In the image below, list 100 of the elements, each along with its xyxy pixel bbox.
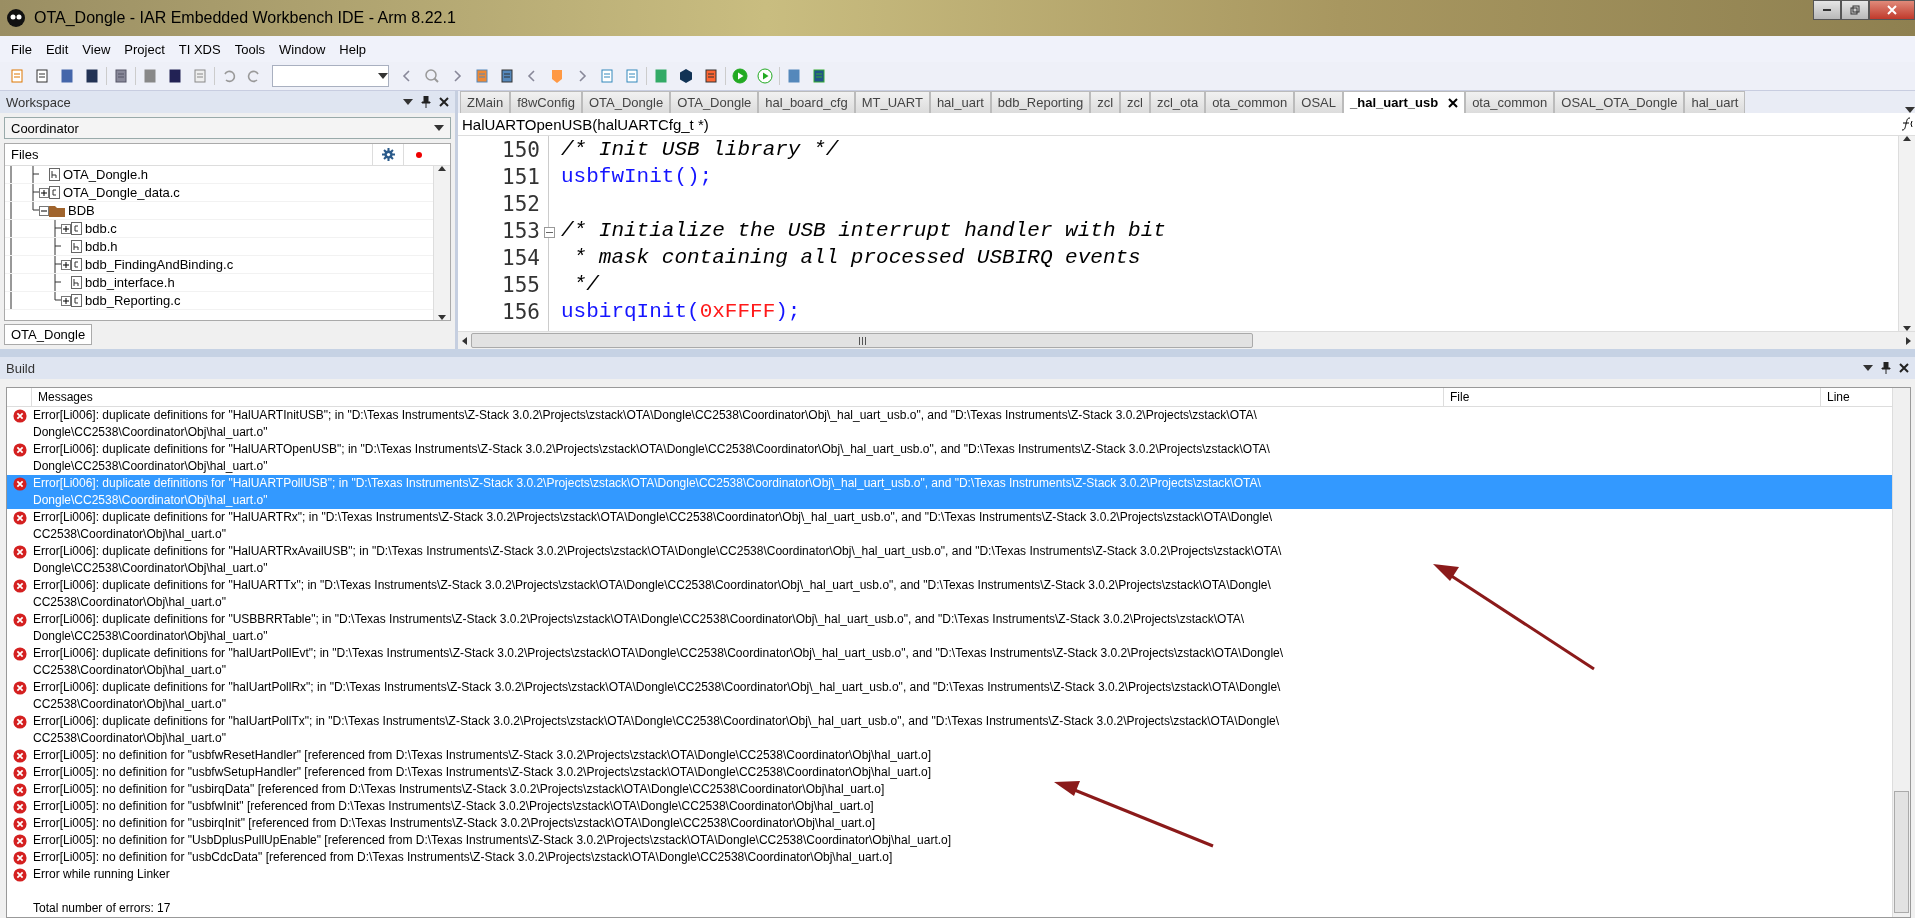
file-tab[interactable]: MT_UART — [854, 91, 930, 113]
expand-icon[interactable] — [39, 187, 49, 198]
menu-item[interactable]: Project — [117, 41, 172, 57]
play-button[interactable] — [729, 65, 751, 87]
close-icon — [1899, 363, 1909, 373]
tree-item[interactable]: BDB — [65, 203, 95, 218]
file-tab[interactable]: zcl — [1090, 91, 1121, 113]
file-tab[interactable]: _hal_uart_usb — [1343, 91, 1466, 113]
line-number: 151 — [501, 163, 541, 190]
build-message[interactable]: Error[Li006]: duplicate definitions for "HalUARTRx"; in "D:\Texas Instruments\Z-Stack 3.0.2\Projects\zstack\OTA\Dongle\CC2538\Coordinator\Obj\_hal_uart_usb.o", and "D:\Texas Instruments\Z-Stack 3.0.2\Projects\zstack\OTA\Dongle\ CC2538\Coordinator\Obj\hal_uart.o" — [33, 509, 1273, 543]
column-header: Messages — [31, 388, 1443, 406]
build-message[interactable]: Error[Li006]: duplicate definitions for "halUartPollEvt"; in "D:\Texas Instruments\Z-Stack 3.0.2\Projects\zstack\OTA\Dongle\CC2538\Coordinator\Obj\_hal_uart_usb.o", and "D:\Texas Instruments\Z-Stack 3.0.2\Projects\zstack\OTA\Dongle\ CC2538\Coordinator\Obj\hal_uart.o" — [33, 645, 1284, 679]
dot-icon — [416, 151, 422, 158]
build-message[interactable]: Error[Li005]: no definition for "usbfwSetupHandler" [referenced from D:\Texas Instruments\Z-Stack 3.0.2\Projects\zstack\OTA\Dongle\CC2538\Coordinator\Obj\hal_uart.o] — [33, 764, 932, 781]
error-icon — [13, 612, 27, 627]
menu-item[interactable]: Tools — [227, 41, 273, 57]
pin-icon — [1881, 362, 1891, 374]
page-icon — [624, 68, 640, 84]
file-tab[interactable]: ZMain — [460, 91, 511, 113]
file-icon — [49, 186, 60, 199]
restore-button[interactable] — [1841, 0, 1869, 20]
tree-item[interactable]: bdb.h — [82, 239, 118, 254]
menu-item[interactable]: Window — [272, 41, 333, 57]
bookmark-icon — [549, 68, 565, 84]
dropdown-caret-icon — [378, 73, 388, 79]
file-tab[interactable]: zcl — [1120, 91, 1150, 113]
file-tab[interactable]: ota_common — [1465, 91, 1555, 113]
file-tab[interactable]: hal_uart — [1684, 91, 1746, 113]
error-icon — [13, 714, 27, 729]
file-tab[interactable]: OTA_Dongle — [581, 91, 671, 113]
scrollbar[interactable] — [1898, 136, 1915, 331]
close-icon — [1887, 5, 1897, 15]
build-message[interactable]: Error[Li006]: duplicate definitions for "HalUARTOpenUSB"; in "D:\Texas Instruments\Z-Stack 3.0.2\Projects\zstack\OTA\Dongle\CC2538\Coordinator\Obj\_hal_uart_usb.o", and "D:\Texas Instruments\Z-Stack 3.0.2\Projects\zstack\OTA\ Dongle\CC2538\Coordinator\Obj\hal_uart.o" — [33, 441, 1270, 475]
collapse-icon[interactable] — [39, 205, 49, 216]
build-message[interactable]: Error while running Linker — [33, 866, 170, 883]
build-message[interactable]: Error[Li006]: duplicate definitions for "HalUARTRxAvailUSB"; in "D:\Texas Instruments\Z-Stack 3.0.2\Projects\zstack\OTA\Dongle\CC2538\Coordinator\Obj\_hal_uart_usb.o", and "D:\Texas Instruments\Z-Stack 3.0.2\Projects\zstack\OTA\ Dongle\CC2538\Coordinator\Obj\hal_uart.o" — [33, 543, 1282, 577]
dropdown-caret-icon — [434, 125, 444, 131]
play-button[interactable] — [754, 65, 776, 87]
expand-icon[interactable] — [61, 259, 71, 270]
function-name[interactable]: HalUARTOpenUSB(halUARTCfg_t *) — [462, 115, 1901, 133]
build-message[interactable]: Error[Li006]: duplicate definitions for "HalUARTInitUSB"; in "D:\Texas Instruments\Z-Stack 3.0.2\Projects\zstack\OTA\Dongle\CC2538\Coordinator\Obj\_hal_uart_usb.o", and "D:\Texas Instruments\Z-Stack 3.0.2\Projects\zstack\OTA\ Dongle\CC2538\Coordinator\Obj\hal_uart.o" — [33, 407, 1257, 441]
error-icon — [13, 850, 27, 865]
file-tab[interactable]: bdb_Reporting — [990, 91, 1091, 113]
expand-icon[interactable] — [61, 295, 71, 306]
file-tab[interactable]: ota_common — [1205, 91, 1295, 113]
error-icon — [13, 816, 27, 831]
dropdown-field[interactable] — [272, 65, 389, 87]
column-header: Files — [10, 147, 40, 162]
file-tab[interactable]: hal_uart — [929, 91, 991, 113]
file-tab[interactable]: f8wConfig — [510, 91, 582, 113]
minimize-button[interactable] — [1813, 0, 1841, 20]
file-tab[interactable]: OSAL — [1294, 91, 1343, 113]
tree-item[interactable]: bdb_FindingAndBinding.c — [82, 257, 234, 272]
code-line: /* Initialize the USB interrupt handler with bit — [561, 218, 1167, 244]
build-message[interactable]: Error[Li006]: duplicate definitions for "halUartPollRx"; in "D:\Texas Instruments\Z-Stack 3.0.2\Projects\zstack\OTA\Dongle\CC2538\Coordinator\Obj\_hal_uart_usb.o", and "D:\Texas Instruments\Z-Stack 3.0.2\Projects\zstack\OTA\Dongle\ CC2538\Coordinator\Obj\hal_uart.o" — [33, 679, 1281, 713]
expand-icon[interactable] — [61, 223, 71, 234]
build-message[interactable]: Error[Li006]: duplicate definitions for "halUartPollTx"; in "D:\Texas Instruments\Z-Stack 3.0.2\Projects\zstack\OTA\Dongle\CC2538\Coordinator\Obj\_hal_uart_usb.o", and "D:\Texas Instruments\Z-Stack 3.0.2\Projects\zstack\OTA\Dongle\ CC2538\Coordinator\Obj\hal_uart.o" — [33, 713, 1280, 747]
scrollbar[interactable] — [433, 166, 450, 320]
file-tab[interactable]: hal_board_cfg — [758, 91, 855, 113]
tree-item[interactable]: OTA_Dongle_data.c — [60, 185, 180, 200]
tree-item[interactable]: bdb_Reporting.c — [82, 293, 181, 308]
build-message[interactable]: Error[Li006]: duplicate definitions for "HalUARTTx"; in "D:\Texas Instruments\Z-Stack 3.0.2\Projects\zstack\OTA\Dongle\CC2538\Coordinator\Obj\_hal_uart_usb.o", and "D:\Texas Instruments\Z-Stack 3.0.2\Projects\zstack\OTA\Dongle\ CC2538\Coordinator\Obj\hal_uart.o" — [33, 577, 1271, 611]
error-icon — [13, 510, 27, 525]
search-icon — [424, 68, 440, 84]
line-number: 154 — [501, 244, 541, 271]
menu-item[interactable]: Edit — [38, 41, 76, 57]
build-message[interactable]: Error[Li005]: no definition for "usbfwInit" [referenced from D:\Texas Instruments\Z-Stack 3.0.2\Projects\zstack\OTA\Dongle\CC2538\Coordinator\Obj\hal_uart.o] — [33, 798, 874, 815]
scroll-left-icon — [462, 336, 467, 345]
menu-item[interactable]: View — [75, 41, 118, 57]
build-message[interactable]: Error[Li005]: no definition for "usbfwResetHandler" [referenced from D:\Texas Instruments\Z-Stack 3.0.2\Projects\zstack\OTA\Dongle\CC2538\Coordinator\Obj\hal_uart.o] — [33, 747, 932, 764]
menu-item[interactable]: Help — [332, 41, 374, 57]
panel-menu-icon — [1863, 365, 1873, 371]
file-tab[interactable]: zcl_ota — [1149, 91, 1206, 113]
build-message[interactable]: Error[Li006]: duplicate definitions for "USBBRRTable"; in "D:\Texas Instruments\Z-Stack 3.0.2\Projects\zstack\OTA\Dongle\CC2538\Coordinator\Obj\_hal_uart_usb.o", and "D:\Texas Instruments\Z-Stack 3.0.2\Projects\zstack\OTA\ Dongle\CC2538\Coordinator\Obj\hal_uart.o" — [33, 611, 1245, 645]
menu-item[interactable]: TI XDS — [171, 41, 228, 57]
column-header: File — [1443, 388, 1820, 406]
scroll-up-icon — [438, 166, 446, 171]
tree-item[interactable]: bdb.c — [82, 221, 117, 236]
tree-item[interactable]: bdb_interface.h — [82, 275, 175, 290]
file-icon — [49, 168, 60, 181]
menu-item[interactable]: File — [4, 41, 39, 57]
close-button[interactable] — [1869, 0, 1915, 20]
error-icon — [13, 442, 27, 457]
build-message[interactable]: Error[Li005]: no definition for "UsbDplusPullUpEnable" [referenced from D:\Texas Instruments\Z-Stack 3.0.2\Projects\zstack\OTA\Dongle\CC2538\Coordinator\Obj\hal_uart.o] — [33, 832, 952, 849]
build-message[interactable]: Error[Li005]: no definition for "usbirqData" [referenced from D:\Texas Instruments\Z-Stack 3.0.2\Projects\zstack\OTA\Dongle\CC2538\Coordinator\Obj\hal_uart.o] — [33, 781, 885, 798]
horizontal-scrollbar[interactable] — [458, 331, 1915, 349]
close-icon — [439, 97, 449, 107]
build-message[interactable]: Error[Li005]: no definition for "usbCdcData" [referenced from D:\Texas Instruments\Z-Stack 3.0.2\Projects\zstack\OTA\Dongle\CC2538\Coordinator\Obj\hal_uart.o] — [33, 849, 893, 866]
workspace-tab[interactable]: OTA_Dongle — [4, 324, 93, 345]
error-icon — [13, 544, 27, 559]
scrollbar[interactable] — [1892, 388, 1910, 917]
configuration-dropdown[interactable]: Coordinator — [4, 117, 451, 139]
build-message[interactable]: Error[Li005]: no definition for "usbirqInit" [referenced from D:\Texas Instruments\Z-Stack 3.0.2\Projects\zstack\OTA\Dongle\CC2538\Coordinator\Obj\hal_uart.o] — [33, 815, 875, 832]
error-icon — [13, 680, 27, 695]
file-tab[interactable]: OTA_Dongle — [670, 91, 759, 113]
tree-item[interactable]: OTA_Dongle.h — [60, 167, 149, 182]
build-message[interactable]: Total number of errors: 17 — [33, 900, 171, 917]
error-icon — [13, 867, 27, 882]
file-tab[interactable]: OSAL_OTA_Dongle — [1554, 91, 1685, 113]
file-icon — [71, 276, 82, 289]
